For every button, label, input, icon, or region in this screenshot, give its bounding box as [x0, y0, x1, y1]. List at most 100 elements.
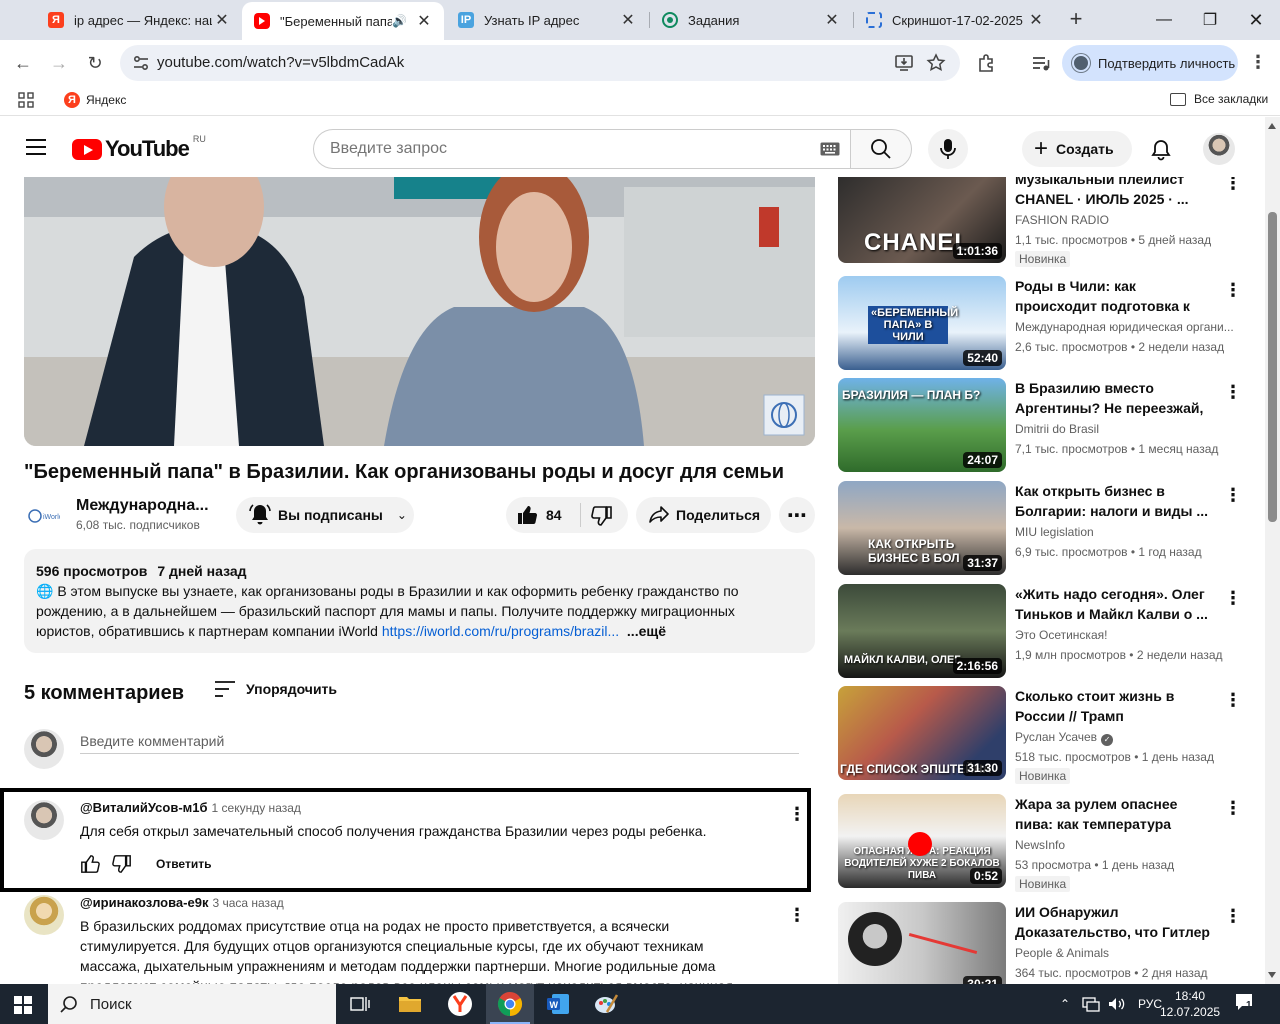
site-settings-icon[interactable] [132, 54, 150, 72]
browser-tab-tasks[interactable]: Задания ✕ [650, 0, 852, 40]
recommendation-channel[interactable]: People & Animals [1015, 946, 1240, 960]
scroll-up-icon[interactable] [1268, 123, 1276, 129]
comment-menu-icon[interactable]: ⋮ [788, 805, 806, 826]
recommendation-menu-icon[interactable]: ⋮ [1224, 691, 1242, 712]
chrome-icon[interactable] [486, 984, 534, 1024]
window-close-icon[interactable]: ✕ [1242, 6, 1270, 34]
browser-tab-ip[interactable]: IP Узнать IP адрес ✕ [446, 0, 648, 40]
recommendation-channel[interactable]: NewsInfo [1015, 838, 1240, 852]
file-explorer-icon[interactable] [386, 984, 434, 1024]
recommendation-menu-icon[interactable]: ⋮ [1224, 281, 1242, 302]
yandex-browser-icon[interactable] [436, 984, 484, 1024]
recommendation-channel[interactable]: MIU legislation [1015, 525, 1240, 539]
recommendation-thumbnail[interactable]: КАК ОТКРЫТЬ БИЗНЕС В БОЛ 31:37 [838, 481, 1006, 575]
recommendation-menu-icon[interactable]: ⋮ [1224, 589, 1242, 610]
recommendation-title[interactable]: Сколько стоит жизнь в России // Трамп ра… [1015, 686, 1215, 726]
recommendation-title[interactable]: Жара за рулем опаснее пива: как температ… [1015, 794, 1215, 834]
recommendation-menu-icon[interactable]: ⋮ [1224, 486, 1242, 507]
menu-icon[interactable] [26, 139, 46, 155]
subscribed-button[interactable]: Вы подписаны ⌄ [236, 497, 414, 533]
notification-center-icon[interactable]: 1 [1234, 992, 1264, 1016]
recommendation-thumbnail[interactable]: МАЙКЛ КАЛВИ, ОЛЕГ 2:16:56 [838, 584, 1006, 678]
restore-icon[interactable]: ❐ [1196, 6, 1224, 34]
recommendation-item[interactable]: 30:21 ИИ Обнаружил Доказательство, что Г… [838, 902, 1250, 984]
back-icon[interactable]: ← [8, 48, 38, 78]
video-player[interactable] [24, 177, 815, 446]
recommendation-channel[interactable]: FASHION RADIO [1015, 213, 1240, 227]
recommendation-thumbnail[interactable]: ГДЕ СПИСОК ЭПШТЕЙНА 31:30 [838, 686, 1006, 780]
comment-author[interactable]: @иринакозлова-е9к 3 часа назад [80, 895, 284, 910]
apps-grid-icon[interactable] [18, 92, 34, 108]
recommendation-menu-icon[interactable]: ⋮ [1224, 383, 1242, 404]
account-avatar[interactable] [1203, 133, 1235, 165]
scroll-down-icon[interactable] [1268, 972, 1276, 978]
recommendation-item[interactable]: ОПАСНАЯ ЖАРА: РЕАКЦИЯ ВОДИТЕЛЕЙ ХУЖЕ 2 Б… [838, 794, 1250, 892]
recommendation-title[interactable]: Музыкальный плейлист CHANEL · ИЮЛЬ 2025 … [1015, 177, 1215, 209]
chevron-up-icon[interactable]: ⌃ [1056, 997, 1074, 1011]
recommendation-thumbnail[interactable]: 30:21 [838, 902, 1006, 984]
install-app-icon[interactable] [894, 53, 914, 73]
recommendation-item[interactable]: CHANEL 1:01:36 Музыкальный плейлист CHAN… [838, 177, 1250, 267]
windows-start-icon[interactable] [14, 996, 32, 1014]
comment-time[interactable]: 1 секунду назад [212, 801, 301, 815]
search-input[interactable] [330, 130, 790, 168]
close-icon[interactable]: ✕ [822, 10, 842, 30]
recommendation-item[interactable]: ГДЕ СПИСОК ЭПШТЕЙНА 31:30 Сколько стоит … [838, 686, 1250, 784]
youtube-logo[interactable]: YouTube RU [72, 134, 206, 162]
comment-author-avatar[interactable] [24, 800, 64, 840]
comment-author-avatar[interactable] [24, 895, 64, 935]
browser-tab-screenshot[interactable]: Скриншот-17-02-2025 1 ✕ [854, 0, 1056, 40]
close-icon[interactable]: ✕ [618, 10, 638, 30]
taskbar-clock[interactable]: 18:40 12.07.2025 [1160, 988, 1220, 1020]
comment-menu-icon[interactable]: ⋮ [788, 906, 804, 927]
recommendation-menu-icon[interactable]: ⋮ [1224, 177, 1242, 195]
recommendation-thumbnail[interactable]: CHANEL 1:01:36 [838, 177, 1006, 263]
task-view-icon[interactable] [336, 984, 384, 1024]
search-button[interactable] [850, 129, 912, 169]
browser-menu-icon[interactable]: ⋮ [1248, 52, 1268, 74]
video-description[interactable]: 596 просмотров 7 дней назад 🌐 В этом выпу… [24, 549, 815, 653]
browser-tab-yandex[interactable]: Я ip адрес — Яндекс: нашлось ✕ [36, 0, 242, 40]
recommendation-title[interactable]: Роды в Чили: как происходит подготовка к… [1015, 276, 1215, 316]
thumbs-down-icon[interactable] [591, 505, 613, 527]
recommendation-item[interactable]: КАК ОТКРЫТЬ БИЗНЕС В БОЛ 31:37 Как откры… [838, 481, 1250, 577]
recommendation-title[interactable]: В Бразилию вместо Аргентины? Не переезжа… [1015, 378, 1215, 418]
comment-time[interactable]: 3 часа назад [212, 896, 283, 910]
recommendation-thumbnail[interactable]: «БЕРЕМЕННЫЙ ПАПА» В ЧИЛИ 52:40 [838, 276, 1006, 370]
channel-name[interactable]: Международна... [76, 497, 209, 515]
word-icon[interactable]: W [534, 984, 582, 1024]
paint-icon[interactable] [582, 984, 630, 1024]
recommendation-item[interactable]: «БЕРЕМЕННЫЙ ПАПА» В ЧИЛИ 52:40 Роды в Чи… [838, 276, 1250, 372]
thumbs-up-filled-icon[interactable] [516, 504, 538, 526]
close-icon[interactable]: ✕ [212, 10, 232, 30]
language-indicator[interactable]: РУС [1138, 997, 1162, 1011]
voice-search-button[interactable] [928, 129, 968, 169]
create-button[interactable]: + Создать [1022, 131, 1132, 167]
comment-author[interactable]: @ВиталийУсов-м1б 1 секунду назад [80, 800, 301, 815]
reload-icon[interactable]: ↻ [80, 48, 110, 78]
recommendation-title[interactable]: «Жить надо сегодня». Олег Тиньков и Майк… [1015, 584, 1215, 624]
bookmark-star-icon[interactable] [926, 53, 946, 73]
recommendation-channel[interactable]: Международная юридическая органи... [1015, 320, 1240, 334]
profile-verify-button[interactable]: Подтвердить личность [1062, 45, 1238, 81]
channel-avatar[interactable]: iWorld [24, 496, 64, 536]
close-icon[interactable]: ✕ [1026, 10, 1046, 30]
sort-comments-button[interactable]: Упорядочить [214, 680, 337, 698]
url-text[interactable]: youtube.com/watch?v=v5lbdmCadAk [157, 54, 404, 71]
recommendation-title[interactable]: ИИ Обнаружил Доказательство, что Гитлер … [1015, 902, 1215, 942]
thumbs-up-icon[interactable] [80, 854, 100, 874]
forward-icon[interactable]: → [44, 48, 74, 78]
recommendation-channel[interactable]: Руслан Усачев ✓ [1015, 730, 1240, 746]
network-icon[interactable] [1082, 996, 1100, 1012]
keyboard-icon[interactable] [820, 142, 840, 156]
recommendation-channel[interactable]: Это Осетинская! [1015, 628, 1240, 642]
recommendation-menu-icon[interactable]: ⋮ [1224, 907, 1242, 928]
reply-button[interactable]: Ответить [156, 857, 211, 871]
close-icon[interactable]: ✕ [414, 11, 434, 31]
recommendation-thumbnail[interactable]: ОПАСНАЯ ЖАРА: РЕАКЦИЯ ВОДИТЕЛЕЙ ХУЖЕ 2 Б… [838, 794, 1006, 888]
recommendation-channel[interactable]: Dmitrii do Brasil [1015, 422, 1240, 436]
notifications-bell-icon[interactable] [1150, 139, 1172, 161]
recommendation-menu-icon[interactable]: ⋮ [1224, 799, 1242, 820]
media-control-icon[interactable] [1030, 52, 1052, 74]
recommendation-title[interactable]: Как открыть бизнес в Болгарии: налоги и … [1015, 481, 1215, 521]
